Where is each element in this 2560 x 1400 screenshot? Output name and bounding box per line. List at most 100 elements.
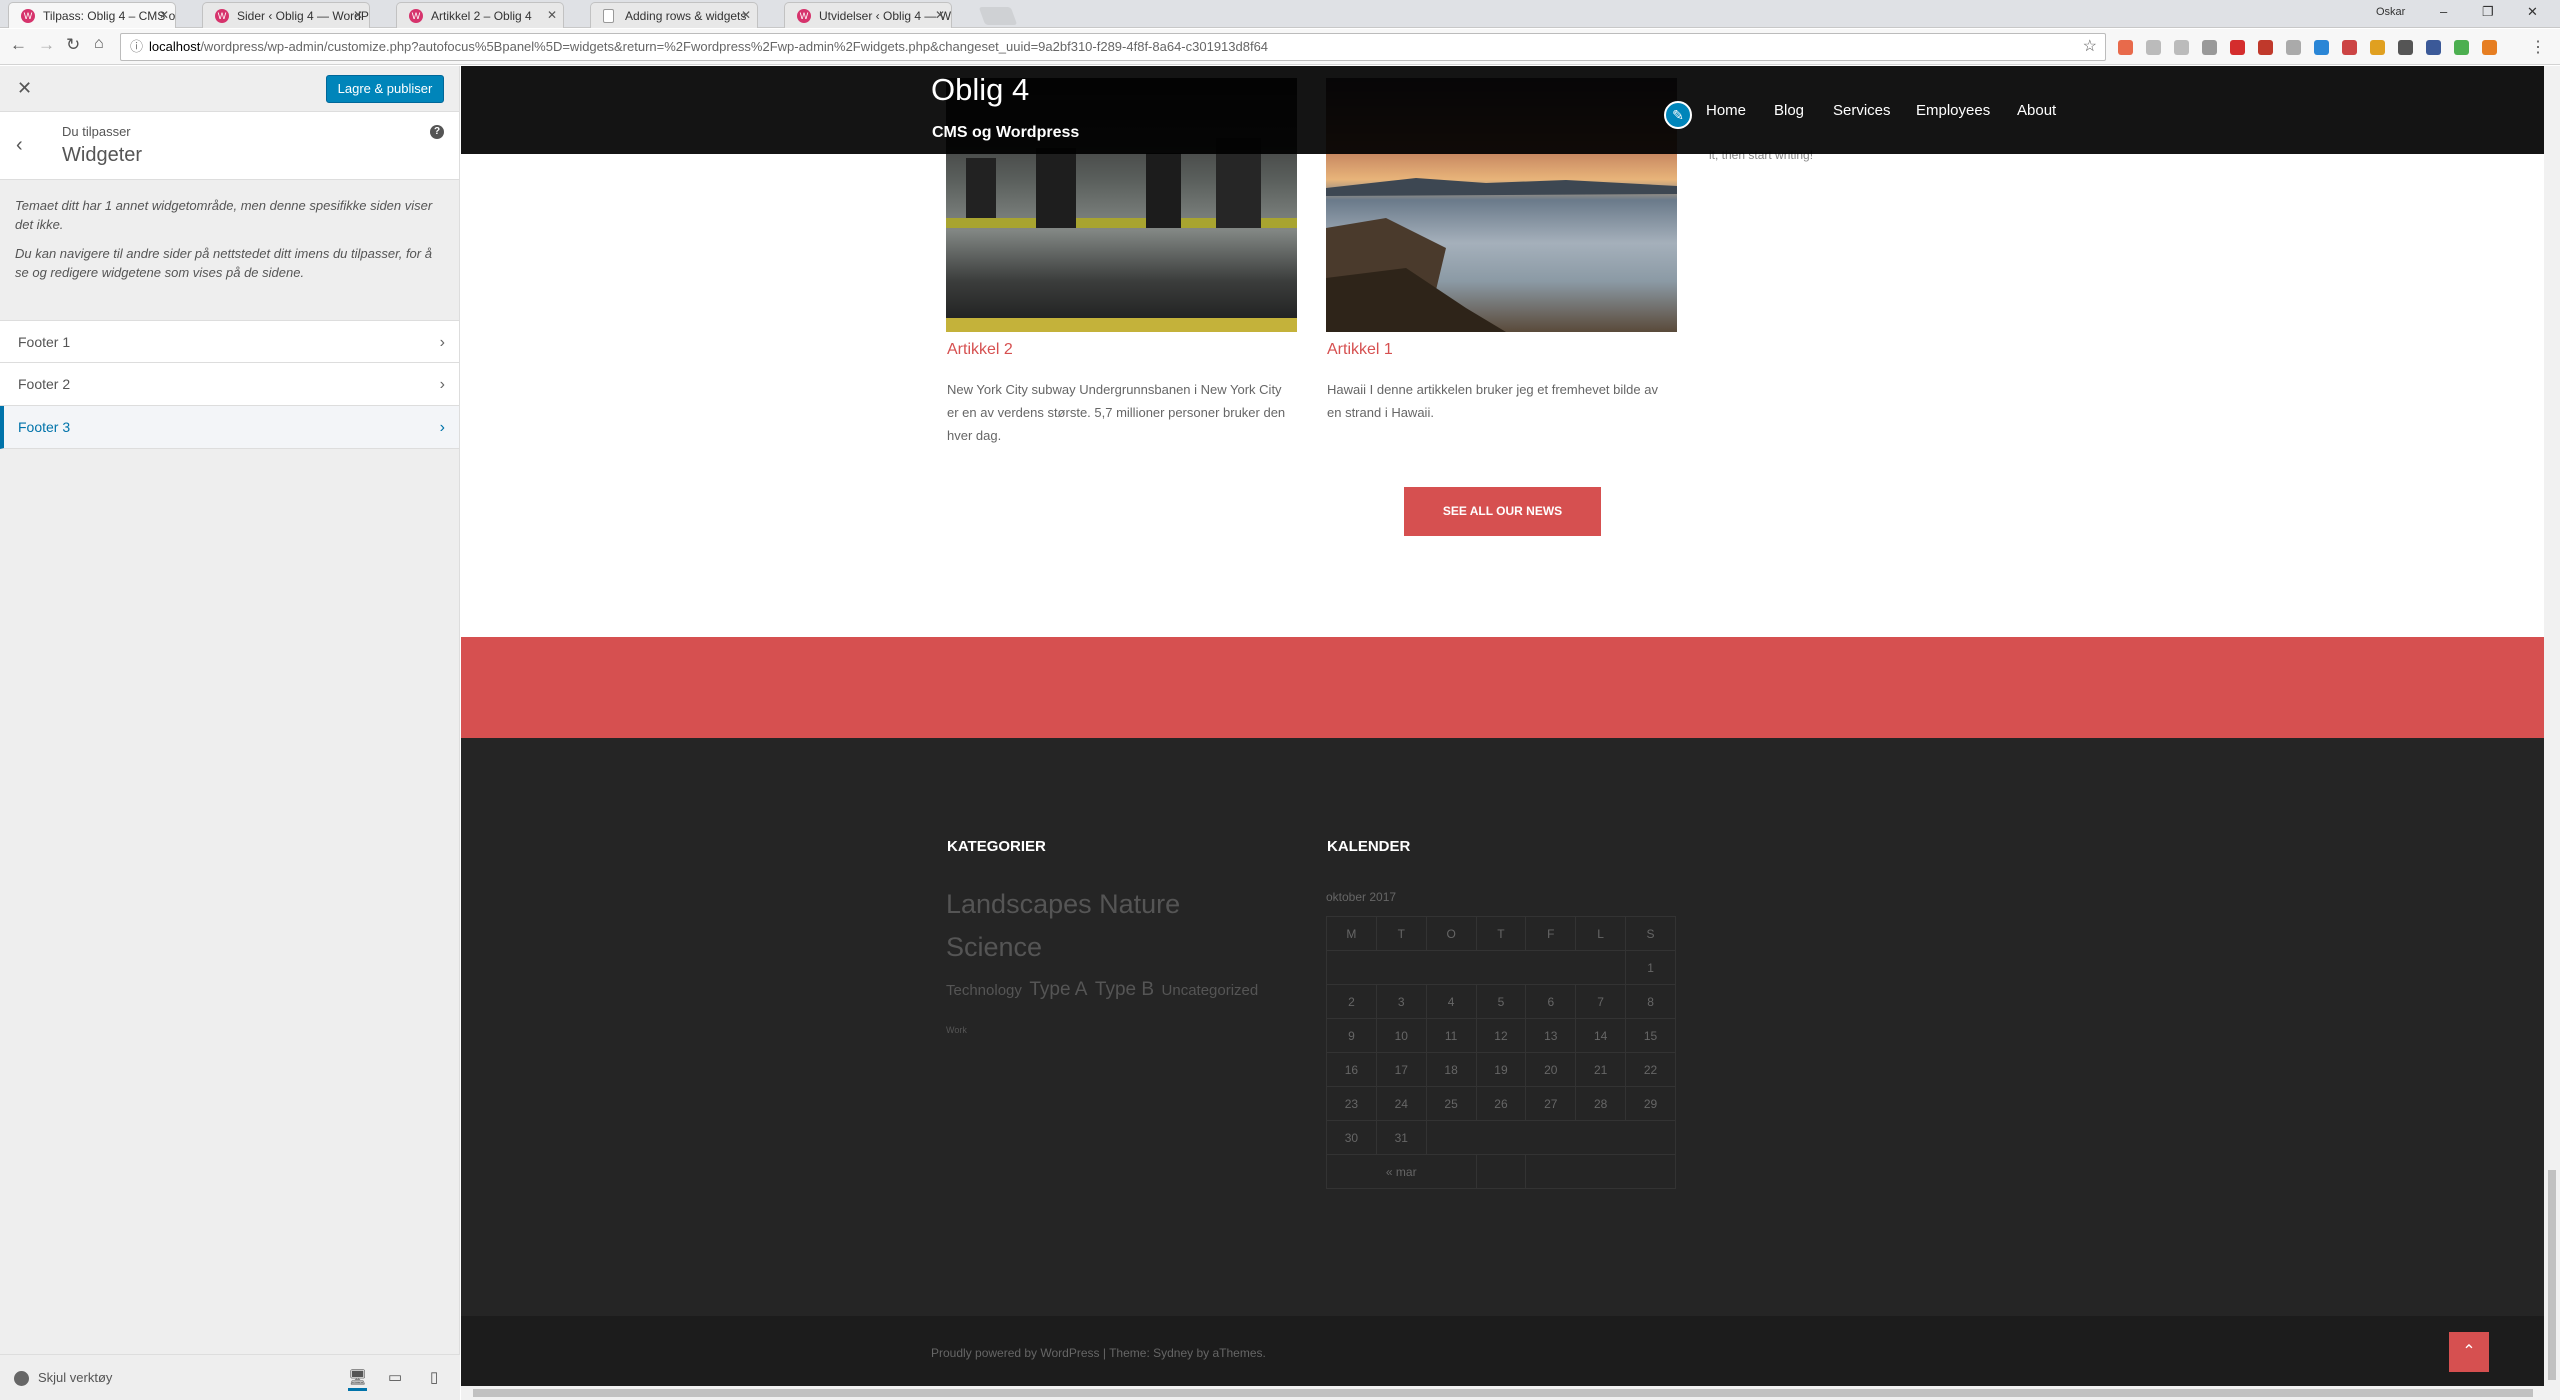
browser-tab-docs[interactable]: Adding rows & widgets ✕ <box>590 2 758 28</box>
calendar-day: 24 <box>1375 1086 1427 1121</box>
browser-tab-article[interactable]: W Artikkel 2 – Oblig 4 ✕ <box>396 2 564 28</box>
nav-about[interactable]: About <box>2017 102 2056 119</box>
browser-tab-pages[interactable]: W Sider ‹ Oblig 4 — WordP ✕ <box>202 2 370 28</box>
new-tab-button[interactable] <box>978 7 1018 25</box>
address-bar[interactable]: ⓘ localhost/wordpress/wp-admin/customize… <box>120 33 2106 61</box>
calendar-widget-title: KALENDER <box>1327 838 1411 855</box>
nav-blog[interactable]: Blog <box>1774 102 1804 119</box>
vertical-scrollbar[interactable] <box>2544 66 2560 1400</box>
url-host: localhost <box>149 39 201 54</box>
forward-arrow-icon[interactable]: → <box>38 35 55 55</box>
extension-icon[interactable] <box>2426 40 2441 55</box>
calendar-pad <box>1425 1120 1677 1155</box>
home-icon[interactable]: ⌂ <box>94 35 104 53</box>
extension-icon[interactable] <box>2286 40 2301 55</box>
tag-link[interactable]: Nature <box>1099 889 1180 919</box>
footer-widgets: KATEGORIER Landscapes Nature Science Tec… <box>461 738 2544 1390</box>
description-paragraph: Du kan navigere til andre sider på netts… <box>15 246 432 280</box>
profile-name[interactable]: Oskar <box>2376 6 2405 18</box>
widget-area-footer-3[interactable]: Footer 3 › <box>0 406 459 449</box>
tablet-preview-icon[interactable]: ▭ <box>388 1368 402 1386</box>
menu-icon[interactable]: ⋮ <box>2530 37 2546 56</box>
extension-icon[interactable] <box>2342 40 2357 55</box>
help-icon[interactable]: ? <box>430 125 444 139</box>
close-tab-icon[interactable]: ✕ <box>353 8 363 22</box>
back-arrow-icon[interactable]: ← <box>10 35 27 55</box>
restore-icon[interactable]: ❐ <box>2482 4 2494 20</box>
nav-home[interactable]: Home <box>1706 102 1746 119</box>
widget-area-footer-2[interactable]: Footer 2 › <box>0 363 459 406</box>
minimize-icon[interactable]: – <box>2440 4 2447 19</box>
chevron-right-icon: › <box>439 419 445 436</box>
weekday-header: T <box>1475 916 1527 951</box>
calendar-prev-link[interactable]: « mar <box>1326 1154 1477 1189</box>
site-header: Oblig 4 CMS og Wordpress ✎ Home Blog Ser… <box>461 66 2544 154</box>
bookmark-star-icon[interactable]: ☆ <box>2083 34 2097 60</box>
tag-link[interactable]: Uncategorized <box>1162 982 1259 999</box>
site-preview: Oblig 4 CMS og Wordpress ✎ Home Blog Ser… <box>461 66 2544 1396</box>
extension-icon[interactable] <box>2118 40 2133 55</box>
close-tab-icon[interactable]: ✕ <box>547 8 557 22</box>
tag-link[interactable]: Landscapes <box>946 889 1092 919</box>
nav-services[interactable]: Services <box>1833 102 1891 119</box>
customizing-label: Du tilpasser <box>62 124 131 139</box>
publish-button[interactable]: Lagre & publiser <box>326 75 444 103</box>
section-title: Widgeter <box>62 144 143 166</box>
tag-link[interactable]: Type A <box>1029 979 1087 1000</box>
close-tab-icon[interactable]: ✕ <box>741 8 751 22</box>
scrollbar-thumb[interactable] <box>473 1389 2533 1397</box>
mobile-preview-icon[interactable]: ▯ <box>430 1368 438 1386</box>
article-1-title[interactable]: Artikkel 1 <box>1327 341 1393 359</box>
back-chevron-icon[interactable]: ‹ <box>16 134 23 157</box>
extension-icon[interactable] <box>2454 40 2469 55</box>
calendar-day: 7 <box>1575 984 1627 1019</box>
close-icon[interactable]: ✕ <box>17 78 32 99</box>
site-title[interactable]: Oblig 4 <box>931 72 1029 108</box>
weekday-header: M <box>1326 916 1377 951</box>
extension-icon[interactable] <box>2174 40 2189 55</box>
extension-icon[interactable] <box>2202 40 2217 55</box>
calendar-day: 5 <box>1475 984 1527 1019</box>
page-info-icon[interactable]: ⓘ <box>130 34 143 60</box>
scrollbar-thumb[interactable] <box>2548 1170 2556 1380</box>
browser-tab-bar: W Tilpass: Oblig 4 – CMS o ✕ W Sider ‹ Obli… <box>0 0 2560 28</box>
extension-icon[interactable] <box>2314 40 2329 55</box>
extension-icon[interactable] <box>2146 40 2161 55</box>
desktop-preview-icon[interactable]: 🖥 <box>348 1368 368 1391</box>
nav-employees[interactable]: Employees <box>1916 102 1990 119</box>
see-all-news-button[interactable]: SEE ALL OUR NEWS <box>1404 487 1601 536</box>
calendar-day: 15 <box>1625 1018 1676 1053</box>
tag-link[interactable]: Work <box>946 1025 967 1035</box>
extension-icon[interactable] <box>2398 40 2413 55</box>
close-tab-icon[interactable]: ✕ <box>159 8 169 22</box>
article-2-excerpt: New York City subway Undergrunnsbanen i … <box>947 382 1286 443</box>
article-2-title[interactable]: Artikkel 2 <box>947 341 1013 359</box>
extension-icon[interactable] <box>2230 40 2245 55</box>
extension-icon[interactable] <box>2370 40 2385 55</box>
calendar-day: 21 <box>1575 1052 1627 1087</box>
extension-icon[interactable] <box>2482 40 2497 55</box>
calendar-day: 27 <box>1525 1086 1577 1121</box>
wordpress-favicon-icon: W <box>797 9 811 23</box>
edit-shortcut-pencil-icon[interactable]: ✎ <box>1664 101 1692 129</box>
weekday-header: O <box>1425 916 1477 951</box>
close-tab-icon[interactable]: ✕ <box>935 8 945 22</box>
calendar-day: 1 <box>1625 950 1676 985</box>
tag-link[interactable]: Technology <box>946 982 1022 999</box>
horizontal-scrollbar[interactable] <box>461 1386 2544 1400</box>
extension-icon[interactable] <box>2258 40 2273 55</box>
chevron-right-icon: › <box>439 334 445 351</box>
browser-tab-customizer[interactable]: W Tilpass: Oblig 4 – CMS o ✕ <box>8 2 176 28</box>
scroll-to-top-button[interactable]: ⌃ <box>2449 1332 2489 1372</box>
tag-link[interactable]: Science <box>946 932 1042 962</box>
close-window-icon[interactable]: ✕ <box>2527 4 2538 20</box>
section-title-panel: ‹ Du tilpasser Widgeter ? <box>0 112 459 180</box>
wordpress-favicon-icon: W <box>409 9 423 23</box>
credits-text[interactable]: Proudly powered by WordPress | Theme: Sy… <box>931 1346 1266 1360</box>
widget-area-footer-1[interactable]: Footer 1 › <box>0 320 459 363</box>
tag-link[interactable]: Type B <box>1095 979 1154 1000</box>
browser-tab-plugins[interactable]: W Utvidelser ‹ Oblig 4 — W ✕ <box>784 2 952 28</box>
reload-icon[interactable]: ↻ <box>66 35 80 55</box>
wordpress-favicon-icon: W <box>21 9 35 23</box>
hide-controls-button[interactable]: Skjul verktøy <box>14 1370 112 1387</box>
